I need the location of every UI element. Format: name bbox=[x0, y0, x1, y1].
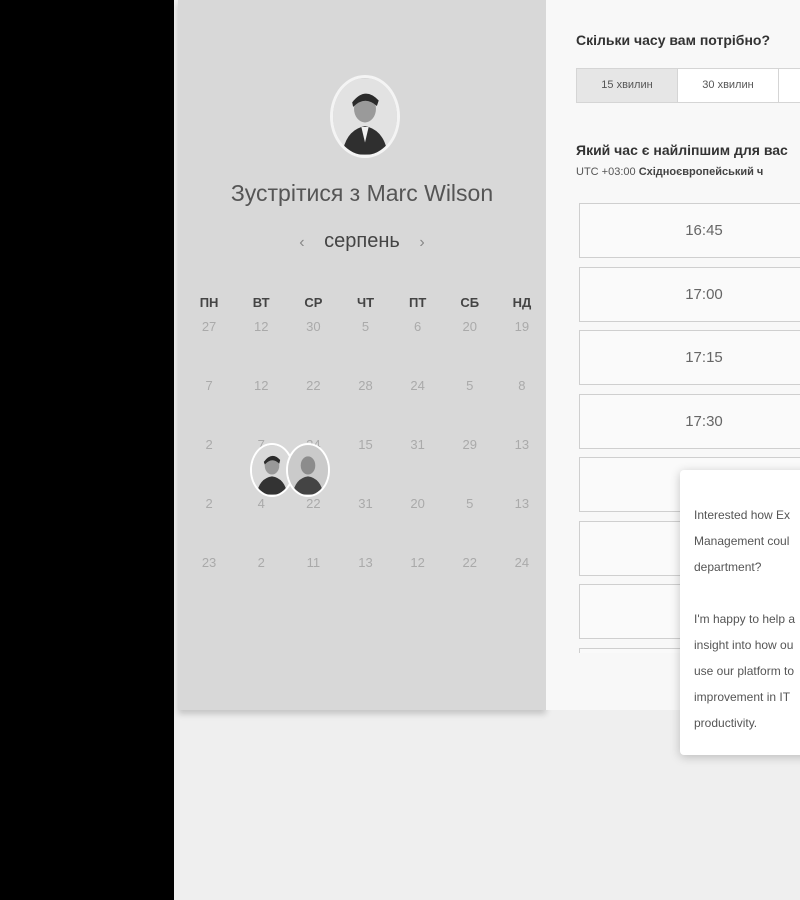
calendar-day: 2 bbox=[205, 496, 213, 511]
duration-15-button[interactable]: 15 хвилин bbox=[577, 69, 678, 102]
calendar-week: 2 7 24 15 31 29 13 bbox=[183, 437, 548, 496]
weekday-label: ПТ bbox=[408, 295, 427, 310]
time-slot[interactable]: 17:30 bbox=[579, 393, 800, 449]
calendar-day: 30 bbox=[306, 319, 321, 334]
host-name: Marc Wilson bbox=[366, 180, 494, 206]
calendar-day: 19 bbox=[514, 319, 530, 334]
calendar-day: 8 bbox=[518, 378, 526, 393]
duration-30-button[interactable]: 30 хвилин bbox=[678, 69, 779, 102]
weekday-header: ПН ВТ СР ЧТ ПТ СБ НД bbox=[183, 295, 548, 311]
duration-selector: 15 хвилин 30 хвилин bbox=[576, 68, 800, 103]
duration-more-button[interactable] bbox=[779, 69, 800, 102]
meet-prefix: Зустрітися з bbox=[230, 180, 361, 206]
time-slot[interactable]: 17:15 bbox=[579, 330, 800, 385]
next-month-button[interactable]: › bbox=[405, 234, 438, 251]
chat-widget[interactable]: Interested how Ex Management coul depart… bbox=[680, 470, 800, 755]
host-photo bbox=[333, 78, 397, 155]
month-nav: ‹ серпень › bbox=[178, 230, 546, 253]
calendar-week: 27 12 30 5 6 20 19 bbox=[183, 319, 548, 378]
calendar-day: 20 bbox=[462, 319, 477, 334]
page: Зустрітися з Marc Wilson ‹ серпень › ПН … bbox=[174, 0, 800, 900]
calendar-day: 24 bbox=[410, 378, 425, 393]
calendar-day: 31 bbox=[358, 496, 373, 511]
calendar-day: 4 bbox=[257, 496, 265, 511]
duration-question: Скільки часу вам потрібно? bbox=[576, 32, 771, 48]
calendar-day: 27 bbox=[201, 319, 217, 334]
timezone-name: Східноєвропейський ч bbox=[638, 166, 764, 178]
chat-agent-avatar bbox=[286, 443, 330, 497]
calendar-day: 22 bbox=[306, 378, 321, 393]
month-label: серпень bbox=[324, 230, 400, 252]
calendar-day: 13 bbox=[358, 555, 373, 570]
weekday-label: НД bbox=[512, 295, 532, 310]
calendar-day: 2 bbox=[205, 437, 213, 452]
meet-title: Зустрітися з Marc Wilson bbox=[178, 180, 546, 207]
weekday-label: ЧТ bbox=[356, 295, 375, 310]
calendar-day: 11 bbox=[306, 555, 321, 570]
calendar-week: 2 4 22 31 20 5 13 bbox=[183, 496, 548, 555]
calendar-day: 7 bbox=[205, 378, 213, 393]
weekday-label: СБ bbox=[460, 295, 480, 310]
calendar-day: 13 bbox=[514, 437, 530, 452]
host-avatar bbox=[330, 75, 400, 158]
calendar-day: 20 bbox=[410, 496, 425, 511]
calendar-day: 31 bbox=[410, 437, 425, 452]
calendar-day: 24 bbox=[514, 555, 530, 570]
calendar-day: 22 bbox=[306, 496, 321, 511]
weekday-label: ПН bbox=[199, 295, 219, 310]
calendar-day: 12 bbox=[253, 378, 269, 393]
calendar-day: 12 bbox=[253, 319, 269, 334]
calendar-day: 6 bbox=[414, 319, 422, 334]
calendar-day: 28 bbox=[358, 378, 373, 393]
calendar-week: 23 2 11 13 12 22 24 bbox=[183, 555, 548, 614]
calendar-day: 5 bbox=[466, 378, 474, 393]
calendar-day: 22 bbox=[462, 555, 477, 570]
timezone-label[interactable]: UTC +03:00 Східноєвропейський ч bbox=[576, 166, 763, 178]
chat-avatars bbox=[250, 443, 330, 497]
calendar-day: 5 bbox=[466, 496, 474, 511]
calendar-day: 23 bbox=[201, 555, 217, 570]
prev-month-button[interactable]: ‹ bbox=[285, 234, 318, 251]
avatar-photo bbox=[288, 445, 328, 495]
time-slot[interactable]: 17:00 bbox=[579, 266, 800, 322]
calendar-day: 5 bbox=[361, 319, 370, 334]
host-panel: Зустрітися з Marc Wilson ‹ серпень › ПН … bbox=[178, 0, 546, 710]
time-question: Який час є найліпшим для вас bbox=[576, 142, 788, 158]
calendar: ПН ВТ СР ЧТ ПТ СБ НД 27 12 30 5 6 20 19 … bbox=[183, 295, 548, 614]
calendar-week: 7 12 22 28 24 5 8 bbox=[183, 378, 548, 437]
chat-message: Interested how Ex Management coul depart… bbox=[694, 508, 796, 730]
calendar-day: 12 bbox=[410, 555, 425, 570]
calendar-day: 2 bbox=[257, 555, 265, 570]
calendar-day: 13 bbox=[514, 496, 530, 511]
weekday-label: СР bbox=[304, 295, 323, 310]
calendar-day: 29 bbox=[462, 437, 477, 452]
calendar-day: 15 bbox=[358, 437, 373, 452]
weekday-label: ВТ bbox=[252, 295, 270, 310]
time-slot[interactable]: 16:45 bbox=[579, 203, 800, 258]
timezone-offset: UTC +03:00 bbox=[576, 166, 636, 178]
